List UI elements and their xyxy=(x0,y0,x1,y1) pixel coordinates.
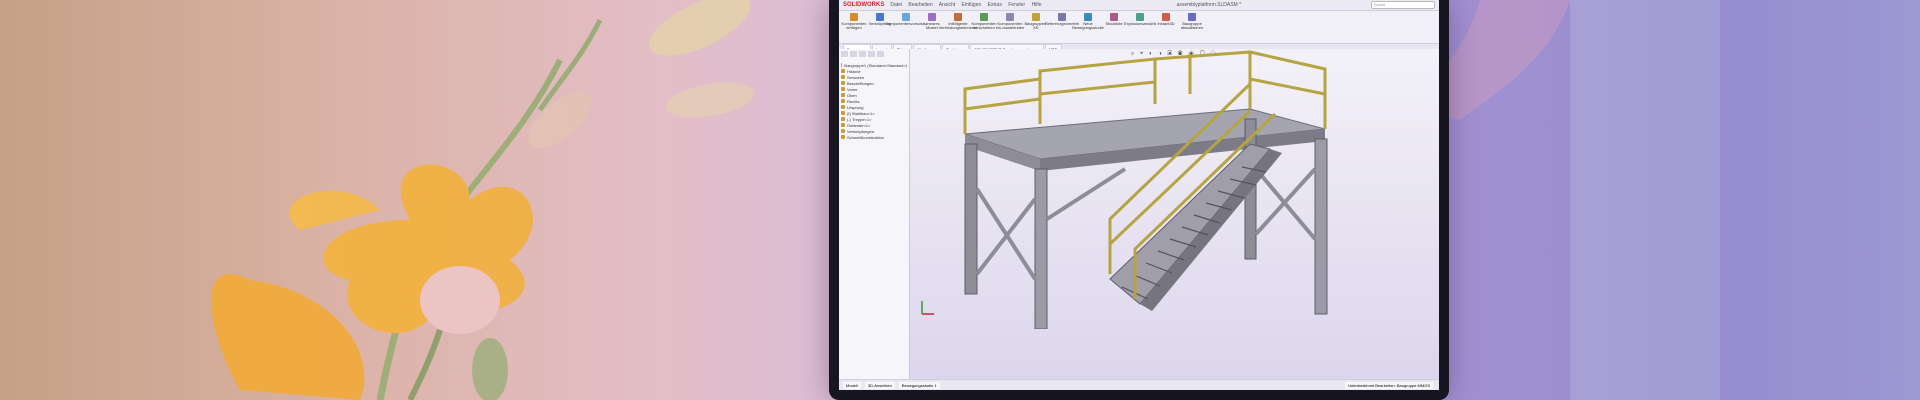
ribbon-tool-icon xyxy=(1058,13,1066,21)
ribbon-button-label: Instant3D xyxy=(1157,21,1175,26)
ribbon-tool-icon xyxy=(1084,13,1092,21)
column xyxy=(964,143,978,295)
ribbon-button-label: Explosionsansicht xyxy=(1123,21,1157,26)
flower-illustration xyxy=(211,0,755,400)
tree-node-icon xyxy=(841,123,845,127)
platform-model[interactable] xyxy=(910,49,1439,329)
ribbon-button[interactable]: Komponenten ein-/ausblenden xyxy=(995,13,1025,30)
ribbon-button-label: Stückliste xyxy=(1105,21,1123,26)
command-ribbon: Komponenten einfügen Verknüpfung Komponent… xyxy=(839,11,1439,44)
menu-bar: Datei Bearbeiten Ansicht Einfügen Extras… xyxy=(890,2,1046,8)
tab-model[interactable]: Modell xyxy=(843,381,861,389)
tree-item-label: Vorne xyxy=(847,86,858,92)
ribbon-button[interactable]: Referenzgeometrie xyxy=(1045,13,1079,26)
ribbon-button[interactable]: Komponenten einfügen xyxy=(841,13,867,30)
tree-item-label: Verknüpfungen xyxy=(847,128,874,134)
ribbon-button-label: Komponenten verschieben xyxy=(971,21,997,30)
tree-item-label: Sensoren xyxy=(847,74,865,80)
tree-node-icon xyxy=(841,129,845,133)
ribbon-tool-icon xyxy=(1110,13,1118,21)
menu-item[interactable]: Bearbeiten xyxy=(908,2,932,8)
ribbon-button[interactable]: Stückliste xyxy=(1103,13,1125,26)
ribbon-tool-icon xyxy=(954,13,962,21)
tree-node-icon xyxy=(841,117,845,121)
ribbon-button[interactable]: Komponenten verschieben xyxy=(971,13,997,30)
tree-item-label: Baugruppe1 (Standard<Standard>) xyxy=(844,62,907,68)
tree-node-icon xyxy=(841,63,843,67)
search-input[interactable]: Suche xyxy=(1371,1,1435,9)
tree-item-label: Ursprung xyxy=(847,104,864,110)
tree-item-label: Historie xyxy=(847,68,861,74)
ribbon-button[interactable]: Baugruppen-KE xyxy=(1024,13,1048,30)
ribbon-tool-icon xyxy=(1006,13,1014,21)
feature-manager-icon[interactable] xyxy=(841,51,848,57)
status-bar: Modell 3D-Ansichten Bewegungsstudie 1 Un… xyxy=(839,379,1439,390)
tree-node-icon xyxy=(841,99,845,103)
tree-item-label: Rechts xyxy=(847,98,860,104)
ribbon-tool-icon xyxy=(1032,13,1040,21)
dimxpert-icon[interactable] xyxy=(868,51,875,57)
ribbon-button-label: Neue Bewegungsstudie xyxy=(1072,21,1104,30)
tree-item-label: Oben xyxy=(847,92,857,98)
ribbon-tool-icon xyxy=(902,13,910,21)
tree-node-icon xyxy=(841,135,845,139)
coordinate-triad-icon xyxy=(921,301,934,315)
feature-tree: Baugruppe1 (Standard<Standard>) Historie S… xyxy=(839,49,910,380)
ribbon-button[interactable]: Instant3D xyxy=(1155,13,1177,26)
tree-toolbar xyxy=(841,51,907,59)
laptop: SOLIDWORKS Datei Bearbeiten Ansicht Einf… xyxy=(829,0,1449,400)
ribbon-tool-icon xyxy=(1136,13,1144,21)
ribbon-button[interactable]: Komponentenvorschau xyxy=(885,13,927,26)
tree-node-icon xyxy=(841,93,845,97)
menu-item[interactable]: Fenster xyxy=(1008,2,1025,8)
brace xyxy=(1045,167,1127,221)
ribbon-tool-icon xyxy=(850,13,858,21)
tree-item-label: Geländer<1> xyxy=(847,122,871,128)
ribbon-button-label: Komponenten einfügen xyxy=(841,21,867,30)
tree-node-icon xyxy=(841,75,845,79)
ribbon-tool-icon xyxy=(1162,13,1170,21)
ribbon-button[interactable]: Baugruppe aktualisieren xyxy=(1181,13,1203,30)
tree-node-icon xyxy=(841,111,845,115)
ribbon-button[interactable]: Neue Bewegungsstudie xyxy=(1072,13,1104,30)
ribbon-tool-icon xyxy=(980,13,988,21)
title-bar: SOLIDWORKS Datei Bearbeiten Ansicht Einf… xyxy=(839,0,1439,11)
menu-item[interactable]: Datei xyxy=(890,2,902,8)
tab-motion-study[interactable]: Bewegungsstudie 1 xyxy=(898,381,940,389)
tree-item-label: Beschriftungen xyxy=(847,80,874,86)
app-logo: SOLIDWORKS xyxy=(843,2,885,8)
column xyxy=(1034,168,1048,329)
ribbon-tool-icon xyxy=(1188,13,1196,21)
graphics-area[interactable]: ⌕ ⌖ ◐ ◑ ▣ ◉ ◈ ▢ ◇ xyxy=(910,49,1439,380)
ribbon-button-label: Komponenten ein-/ausblenden xyxy=(995,21,1025,30)
tab-3d-views[interactable]: 3D-Ansichten xyxy=(864,381,895,389)
tree-item[interactable]: Schweißkonstruktion xyxy=(841,134,907,140)
laptop-screen: SOLIDWORKS Datei Bearbeiten Ansicht Einf… xyxy=(839,0,1439,390)
tree-item[interactable]: Baugruppe1 (Standard<Standard>) xyxy=(841,62,907,68)
tree-item-label: (f) Stahlbau<1> xyxy=(847,110,875,116)
tree-item-label: (-) Treppe<1> xyxy=(847,116,872,122)
ribbon-button-label: Baugruppe aktualisieren xyxy=(1180,21,1204,30)
document-title: assemblyplatform.SLDASM * xyxy=(1176,2,1242,8)
ribbon-button[interactable]: Explosionsansicht xyxy=(1124,13,1156,26)
column xyxy=(1314,138,1328,315)
tree-node-icon xyxy=(841,105,845,109)
tree-node-icon xyxy=(841,81,845,85)
configuration-manager-icon[interactable] xyxy=(859,51,866,57)
work-area: Baugruppe1 (Standard<Standard>) Historie S… xyxy=(839,49,1439,380)
menu-item[interactable]: Extras xyxy=(988,2,1002,8)
ribbon-tool-icon xyxy=(876,13,884,21)
ribbon-tool-icon xyxy=(928,13,936,21)
menu-item[interactable]: Einfügen xyxy=(962,2,982,8)
tree-node-icon xyxy=(841,87,845,91)
menu-item[interactable]: Hilfe xyxy=(1032,2,1042,8)
tree-node-icon xyxy=(841,69,845,73)
appearance-icon[interactable] xyxy=(877,51,884,57)
menu-item[interactable]: Ansicht xyxy=(939,2,955,8)
tree-item-label: Schweißkonstruktion xyxy=(847,134,884,140)
property-manager-icon[interactable] xyxy=(850,51,857,57)
status-text: Unterbestimmt Bearbeiten: Baugruppe MMGS xyxy=(1345,381,1433,389)
ribbon-button[interactable]: Intelligente Verbindungselemente xyxy=(939,13,977,30)
